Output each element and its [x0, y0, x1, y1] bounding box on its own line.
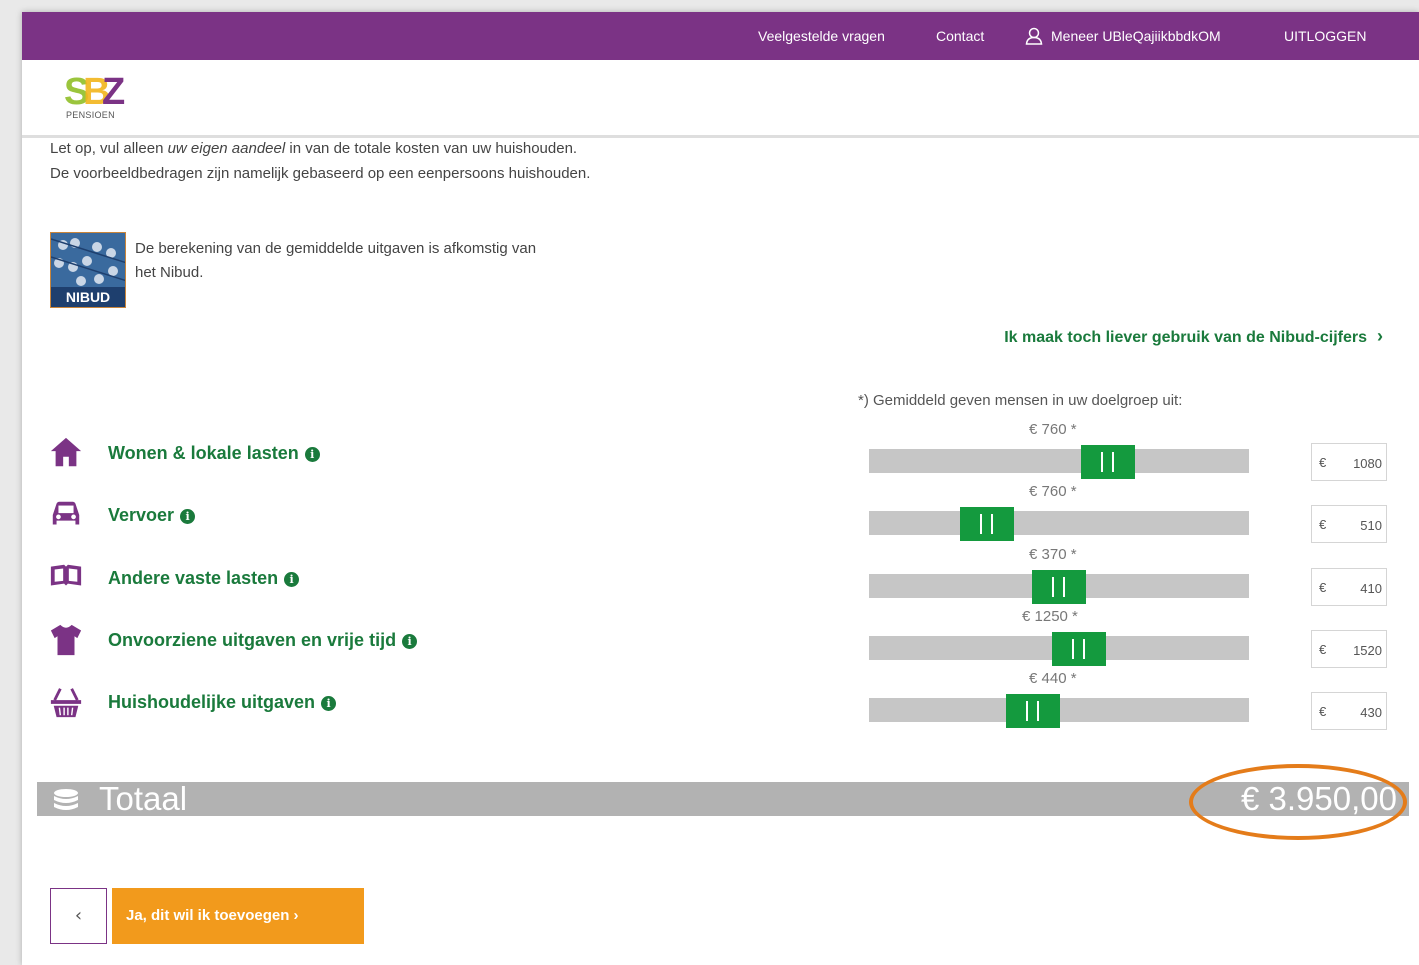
amount-value: 1520 — [1353, 643, 1382, 658]
slider-handle[interactable] — [1032, 570, 1086, 604]
expense-slider[interactable] — [869, 445, 1249, 479]
average-amount: € 760 * — [1029, 483, 1077, 500]
logout-link[interactable]: UITLOGGEN — [1284, 12, 1366, 60]
expense-row: Onvoorziene uitgaven en vrije tijd i € 125… — [22, 608, 1419, 685]
amount-input[interactable]: €1080 — [1311, 443, 1387, 481]
house-icon — [50, 437, 82, 467]
site-header: S B Z PENSIOEN — [22, 60, 1419, 138]
currency-symbol: € — [1319, 642, 1327, 657]
user-name: Meneer UBleQajiikbbdkOM — [1051, 28, 1221, 44]
currency-symbol: € — [1319, 704, 1327, 719]
average-amount: € 370 * — [1029, 546, 1077, 563]
average-note: *) Gemiddeld geven mensen in uw doelgroe… — [858, 392, 1183, 409]
info-icon[interactable]: i — [180, 509, 196, 524]
coins-icon — [54, 789, 78, 810]
contact-link[interactable]: Contact — [936, 12, 984, 60]
amount-input[interactable]: €430 — [1311, 692, 1387, 730]
total-label: Totaal — [99, 780, 188, 817]
expense-row: Andere vaste lasten i € 370 * €410 — [22, 546, 1419, 623]
user-icon — [1025, 27, 1043, 45]
amount-input[interactable]: €410 — [1311, 568, 1387, 606]
add-button[interactable]: Ja, dit wil ik toevoegen › — [112, 888, 364, 944]
amount-input[interactable]: €1520 — [1311, 630, 1387, 668]
chevron-right-icon: › — [1377, 326, 1383, 346]
slider-handle[interactable] — [1006, 694, 1060, 728]
category-label[interactable]: Andere vaste lasten i — [108, 568, 300, 589]
sbz-logo[interactable]: S B Z PENSIOEN — [64, 70, 134, 130]
expense-slider[interactable] — [869, 694, 1249, 728]
slider-handle[interactable] — [1081, 445, 1135, 479]
shirt-icon — [50, 624, 82, 656]
app-frame: Veelgestelde vragen Contact Meneer UBleQ… — [22, 12, 1419, 965]
use-nibud-figures-link[interactable]: Ik maak toch liever gebruik van de Nibud… — [1004, 326, 1383, 347]
expense-row: Wonen & lokale lasten i € 760 * €1080 — [22, 421, 1419, 498]
nibud-logo: NIBUD — [50, 232, 126, 308]
expense-row: Vervoer i € 760 * €510 — [22, 483, 1419, 560]
nibud-badge: NIBUD — [51, 287, 125, 307]
amount-value: 1080 — [1353, 456, 1382, 471]
average-amount: € 440 * — [1029, 670, 1077, 687]
category-label[interactable]: Onvoorziene uitgaven en vrije tijd i — [108, 630, 418, 651]
info-icon[interactable]: i — [402, 634, 418, 649]
amount-input[interactable]: €510 — [1311, 505, 1387, 543]
intro-emphasis: uw eigen aandeel — [167, 140, 286, 157]
amount-value: 510 — [1360, 518, 1382, 533]
category-label[interactable]: Huishoudelijke uitgaven i — [108, 692, 337, 713]
basket-icon — [50, 688, 82, 718]
average-amount: € 1250 * — [1022, 608, 1078, 625]
logo-mark-icon: S B Z — [64, 71, 125, 113]
back-button[interactable]: ‹ — [50, 888, 107, 944]
slider-handle[interactable] — [960, 507, 1014, 541]
car-icon — [52, 501, 80, 525]
amount-value: 410 — [1360, 581, 1382, 596]
info-icon[interactable]: i — [304, 447, 320, 462]
logo-caption: PENSIOEN — [66, 110, 115, 120]
nibud-source-text: De berekening van de gemiddelde uitgaven… — [135, 240, 537, 281]
amount-value: 430 — [1360, 705, 1382, 720]
category-label[interactable]: Wonen & lokale lasten i — [108, 443, 320, 464]
svg-text:Z: Z — [102, 71, 125, 110]
user-menu[interactable]: Meneer UBleQajiikbbdkOM — [1025, 12, 1221, 60]
slider-handle[interactable] — [1052, 632, 1106, 666]
book-icon — [50, 564, 82, 586]
category-label[interactable]: Vervoer i — [108, 505, 196, 526]
faq-link[interactable]: Veelgestelde vragen — [758, 12, 885, 60]
currency-symbol: € — [1319, 455, 1327, 470]
top-navigation-bar: Veelgestelde vragen Contact Meneer UBleQ… — [22, 12, 1419, 60]
currency-symbol: € — [1319, 580, 1327, 595]
expense-slider[interactable] — [869, 632, 1249, 666]
info-icon[interactable]: i — [321, 696, 337, 711]
intro-text: Let op, vul alleen uw eigen aandeel in v… — [50, 140, 591, 182]
info-icon[interactable]: i — [284, 572, 300, 587]
expense-row: Huishoudelijke uitgaven i € 440 * €430 — [22, 670, 1419, 747]
abacus-icon — [51, 233, 125, 289]
total-highlight-circle — [1189, 764, 1407, 840]
currency-symbol: € — [1319, 517, 1327, 532]
expense-slider[interactable] — [869, 507, 1249, 541]
average-amount: € 760 * — [1029, 421, 1077, 438]
expense-slider[interactable] — [869, 570, 1249, 604]
